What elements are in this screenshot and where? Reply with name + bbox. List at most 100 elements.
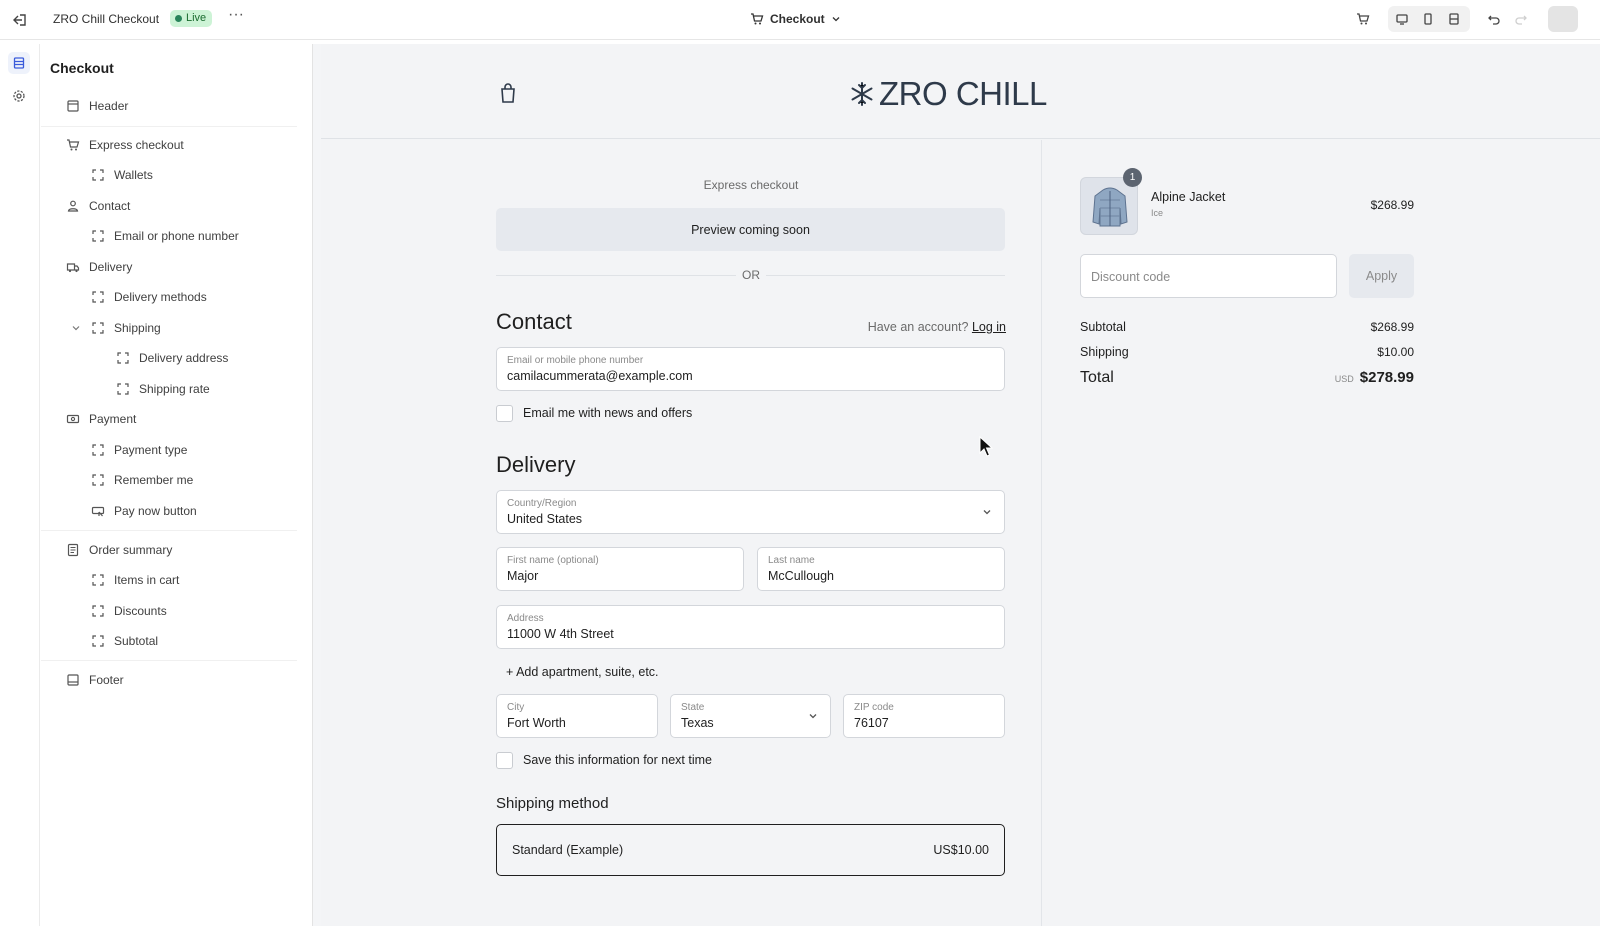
block-icon [92, 605, 104, 617]
button-icon [91, 506, 105, 517]
chevron-down-icon [832, 17, 840, 22]
address-value: 11000 W 4th Street [507, 627, 614, 641]
shopping-bag-icon[interactable] [498, 82, 518, 104]
sidebar-item-shipping-rate[interactable]: Shipping rate [116, 377, 210, 401]
account-prompt-text: Have an account? [867, 320, 969, 334]
sidebar-item-delivery-address[interactable]: Delivery address [116, 346, 228, 370]
more-actions-button[interactable]: ··· [226, 6, 246, 28]
sidebar-item-label: Express checkout [89, 138, 184, 152]
sidebar-item-label: Delivery methods [114, 290, 207, 304]
login-link[interactable]: Log in [972, 320, 1006, 334]
sidebar-item-discounts[interactable]: Discounts [91, 599, 167, 623]
desktop-view-button[interactable] [1391, 8, 1413, 30]
money-icon [66, 414, 80, 424]
divider [41, 660, 297, 661]
settings-button[interactable] [8, 85, 30, 107]
block-icon [92, 444, 104, 456]
snowflake-icon [851, 82, 873, 106]
sidebar-item-label: Pay now button [114, 504, 197, 518]
country-value: United States [507, 512, 583, 526]
city-field[interactable]: City Fort Worth [496, 694, 658, 738]
total-amount: USD $278.99 [1335, 369, 1414, 387]
full-width-view-button[interactable] [1443, 8, 1465, 30]
sidebar-item-remember-me[interactable]: Remember me [91, 468, 193, 492]
sidebar-item-pay-now-button[interactable]: Pay now button [91, 499, 197, 523]
address-label: Address [507, 613, 544, 624]
sidebar-item-delivery-methods[interactable]: Delivery methods [91, 285, 207, 309]
status-badge-label: Live [186, 12, 207, 24]
state-select[interactable]: State Texas [670, 694, 831, 738]
save-button[interactable] [1548, 6, 1578, 32]
sidebar-item-label: Payment type [114, 443, 188, 457]
first-name-field[interactable]: First name (optional) Major [496, 547, 744, 591]
last-name-label: Last name [768, 555, 815, 566]
undo-button[interactable] [1483, 8, 1505, 30]
sections-button[interactable] [8, 52, 30, 74]
apply-discount-button[interactable]: Apply [1349, 254, 1414, 298]
newsletter-checkbox[interactable] [496, 404, 513, 422]
last-name-field[interactable]: Last name McCullough [757, 547, 1005, 591]
email-field-label: Email or mobile phone number [507, 355, 644, 366]
newsletter-checkbox-row[interactable]: Email me with news and offers [496, 404, 692, 422]
subtotal-value: $268.99 [1370, 320, 1414, 334]
sidebar-item-label: Delivery [89, 260, 133, 274]
sidebar-item-footer[interactable]: Footer [66, 668, 124, 692]
subtotal-row: Subtotal $268.99 [1080, 320, 1414, 334]
sidebar-item-payment-type[interactable]: Payment type [91, 438, 187, 462]
sidebar-item-shipping[interactable]: Shipping [91, 316, 161, 340]
zip-label: ZIP code [854, 702, 894, 713]
sidebar-item-header[interactable]: Header [66, 94, 128, 118]
save-info-checkbox[interactable] [496, 751, 513, 769]
sidebar-item-label: Shipping [114, 321, 161, 335]
sidebar-item-email-or-phone[interactable]: Email or phone number [91, 224, 239, 248]
store-logo[interactable]: ZRO CHILL [849, 74, 1047, 114]
country-select[interactable]: Country/Region United States [496, 490, 1005, 534]
sidebar-item-label: Remember me [114, 473, 194, 487]
shipping-value: $10.00 [1377, 345, 1414, 359]
sidebar-item-label: Items in cart [114, 573, 180, 587]
address-field[interactable]: Address 11000 W 4th Street [496, 605, 1005, 649]
product-name: Alpine Jacket [1151, 190, 1226, 204]
block-icon [92, 474, 104, 486]
sidebar-item-wallets[interactable]: Wallets [91, 163, 153, 187]
discount-code-input[interactable]: Discount code [1080, 254, 1337, 298]
contact-heading: Contact [496, 309, 572, 334]
redo-button[interactable] [1510, 8, 1532, 30]
quantity-badge: 1 [1123, 168, 1142, 187]
block-icon [92, 574, 104, 586]
sidebar-item-label: Shipping rate [139, 382, 210, 396]
header-section-icon [67, 100, 79, 112]
mobile-icon [1424, 13, 1432, 25]
save-info-checkbox-row[interactable]: Save this information for next time [496, 751, 712, 769]
sidebar-item-contact[interactable]: Contact [66, 194, 130, 218]
sidebar-item-payment[interactable]: Payment [66, 407, 136, 431]
exit-icon[interactable] [10, 10, 30, 30]
chevron-down-icon[interactable] [71, 323, 81, 333]
sidebar-item-items-in-cart[interactable]: Items in cart [91, 568, 179, 592]
sidebar-item-express-checkout[interactable]: Express checkout [66, 133, 184, 157]
mobile-view-button[interactable] [1417, 8, 1439, 30]
sidebar-item-delivery[interactable]: Delivery [66, 255, 132, 279]
zip-field[interactable]: ZIP code 76107 [843, 694, 1005, 738]
block-icon [92, 169, 104, 181]
first-name-value: Major [507, 569, 539, 583]
sections-icon [13, 57, 25, 69]
sections-sidebar: Checkout Header Express checkout Wallets… [41, 44, 313, 926]
city-value: Fort Worth [507, 716, 566, 730]
email-field[interactable]: Email or mobile phone number camilacumme… [496, 347, 1005, 391]
email-field-value: camilacummerata@example.com [507, 369, 693, 383]
cart-preview-button[interactable] [1352, 8, 1374, 30]
sidebar-item-order-summary[interactable]: Order summary [66, 538, 172, 562]
page-selector[interactable]: Checkout [750, 9, 841, 29]
sidebar-item-subtotal[interactable]: Subtotal [91, 629, 158, 653]
shipping-option[interactable]: Standard (Example) US$10.00 [496, 824, 1005, 876]
shipping-option-price: US$10.00 [933, 843, 989, 857]
country-label: Country/Region [507, 498, 577, 509]
checkout-preview: ZRO CHILL Express checkout Preview comin… [321, 44, 1600, 926]
sidebar-item-label: Email or phone number [114, 229, 239, 243]
undo-icon [1488, 15, 1500, 25]
live-dot-icon [175, 15, 182, 22]
add-apartment-link[interactable]: + Add apartment, suite, etc. [506, 665, 659, 679]
person-icon [67, 200, 79, 212]
block-icon [92, 322, 104, 334]
